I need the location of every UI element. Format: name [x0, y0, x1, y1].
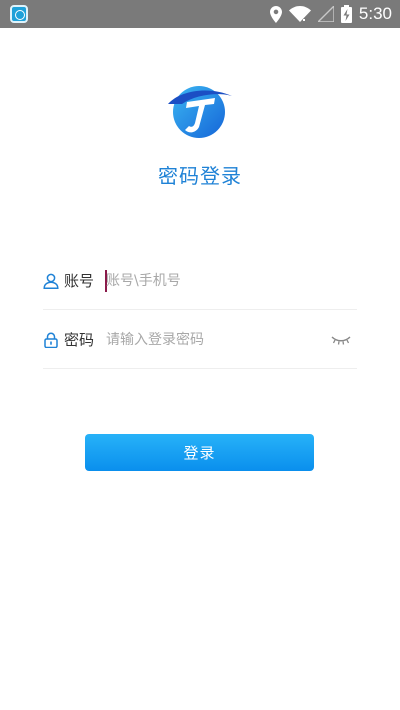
app-logo	[168, 86, 232, 138]
password-divider	[43, 368, 357, 369]
page-title: 密码登录	[158, 164, 242, 188]
password-row: 密码	[43, 311, 357, 369]
account-input[interactable]	[105, 266, 321, 296]
account-row: 账号	[43, 252, 357, 310]
password-input[interactable]	[105, 325, 321, 355]
app-notification-icon	[10, 5, 28, 23]
lock-icon	[44, 332, 58, 348]
signal-icon	[317, 6, 334, 22]
account-label: 账号	[64, 272, 95, 290]
user-icon	[43, 273, 59, 289]
status-bar-right: 5:30	[269, 0, 392, 28]
location-icon	[269, 5, 282, 23]
login-button[interactable]: 登录	[85, 434, 314, 471]
status-bar: 5:30	[0, 0, 400, 28]
password-label: 密码	[64, 331, 95, 349]
wifi-icon	[288, 6, 311, 22]
account-divider	[43, 309, 357, 310]
battery-charging-icon	[340, 5, 352, 23]
status-time: 5:30	[358, 4, 392, 23]
eye-closed-icon[interactable]	[331, 335, 351, 347]
